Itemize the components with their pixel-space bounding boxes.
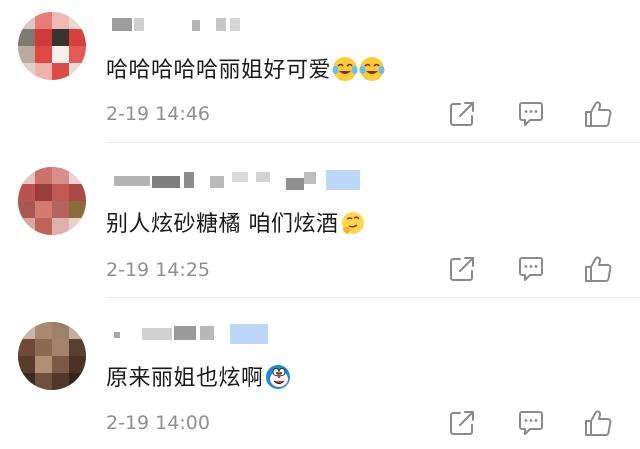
comment-text-content: 原来丽姐也炫啊 [106, 366, 264, 391]
share-icon [450, 411, 474, 435]
doraemon-emoji-icon [265, 364, 291, 390]
share-button[interactable] [447, 254, 477, 284]
comment-item: 哈哈哈哈哈丽姐好可爱 2-19 14:46 [0, 0, 640, 143]
share-button[interactable] [447, 408, 477, 438]
comment-icon [519, 411, 543, 435]
crying-laughing-emoji-icon [359, 56, 385, 82]
avatar[interactable] [18, 12, 86, 80]
comment-time: 2-19 14:46 [106, 103, 210, 125]
reply-button[interactable] [516, 408, 546, 438]
thumbs-up-icon [585, 256, 612, 282]
share-button[interactable] [447, 99, 477, 129]
comment-text: 哈哈哈哈哈丽姐好可爱 [106, 52, 385, 84]
thumbs-up-icon [585, 101, 612, 127]
reply-button[interactable] [516, 99, 546, 129]
like-button[interactable] [583, 254, 613, 284]
comment-icon [519, 257, 543, 281]
like-button[interactable] [583, 99, 613, 129]
comment-text: 原来丽姐也炫啊 [106, 360, 291, 392]
reply-button[interactable] [516, 254, 546, 284]
comment-text-content: 哈哈哈哈哈丽姐好可爱 [106, 58, 332, 83]
crying-laughing-emoji-icon [332, 56, 358, 82]
avatar[interactable] [18, 167, 86, 235]
like-button[interactable] [583, 408, 613, 438]
comment-item: 原来丽姐也炫啊 2-19 14:00 [0, 298, 640, 449]
comment-text-content: 别人炫砂糖橘 咱们炫酒 [106, 212, 339, 237]
share-icon [450, 257, 474, 281]
thumbs-up-icon [585, 410, 612, 436]
comment-text: 别人炫砂糖橘 咱们炫酒 [106, 206, 366, 238]
comment-time: 2-19 14:25 [106, 259, 210, 281]
comment-icon [519, 102, 543, 126]
comment-item: 别人炫砂糖橘 咱们炫酒 2-19 14:25 [0, 143, 640, 298]
comment-time: 2-19 14:00 [106, 412, 210, 434]
thinking-emoji-icon [340, 210, 366, 236]
share-icon [450, 102, 474, 126]
avatar[interactable] [18, 322, 86, 390]
